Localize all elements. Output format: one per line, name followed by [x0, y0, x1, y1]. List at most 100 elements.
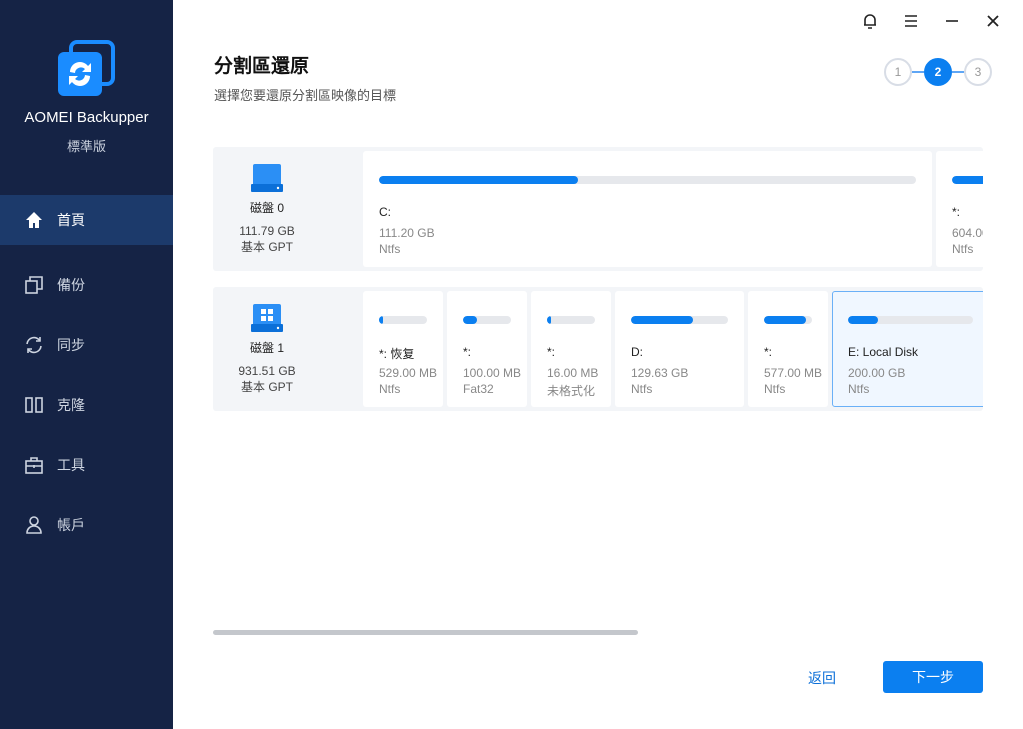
partition-filesystem: Ntfs — [631, 382, 653, 396]
sidebar-item-label: 克隆 — [57, 397, 85, 413]
partition-size: 129.63 GB — [631, 366, 689, 380]
partition-card[interactable]: C: 111.20 GB Ntfs — [363, 151, 932, 267]
usage-bar-fill — [848, 316, 878, 324]
disk-row: 磁盤 1 931.51 GB 基本 GPT *: 恢复 529.00 MB Nt… — [213, 287, 983, 411]
minimize-icon — [945, 20, 958, 22]
partition-size: 577.00 MB — [764, 366, 823, 380]
next-button[interactable]: 下一步 — [883, 661, 983, 693]
backup-icon — [25, 276, 43, 294]
menu-button[interactable] — [890, 12, 931, 30]
sidebar-item-label: 帳戶 — [57, 517, 85, 533]
sidebar-item-label: 工具 — [57, 457, 85, 473]
bell-icon — [863, 14, 876, 29]
app-name: AOMEI Backupper — [24, 109, 149, 126]
usage-bar-fill — [547, 316, 551, 324]
partition-size: 16.00 MB — [547, 366, 599, 380]
partition-card[interactable]: D: 129.63 GB Ntfs — [615, 291, 744, 407]
window-controls — [849, 12, 1013, 30]
partition-size: 529.00 MB — [379, 366, 438, 380]
partition-filesystem: Ntfs — [848, 382, 870, 396]
usage-bar — [631, 316, 728, 324]
partition-label: *: 恢复 — [379, 347, 415, 361]
partition-size: 604.00 MB — [952, 226, 983, 240]
close-button[interactable] — [972, 12, 1013, 30]
disk-type: 基本 GPT — [240, 380, 293, 394]
disk-size: 931.51 GB — [238, 364, 296, 378]
page-title: 分割區還原 — [214, 56, 310, 77]
usage-bar — [379, 176, 916, 184]
usage-bar-fill — [631, 316, 694, 324]
disk-info: 磁盤 0 111.79 GB 基本 GPT — [213, 147, 321, 271]
usage-bar — [952, 176, 983, 184]
partition-size: 111.20 GB — [379, 226, 435, 240]
minimize-button[interactable] — [931, 12, 972, 30]
disk-size: 111.79 GB — [239, 224, 295, 238]
partition-card[interactable]: *: 100.00 MB Fat32 — [447, 291, 527, 407]
partition-card[interactable]: *: 577.00 MB Ntfs — [748, 291, 828, 407]
usage-bar — [379, 316, 427, 324]
usage-bar — [764, 316, 812, 324]
step-connector — [952, 71, 964, 73]
sidebar-item-clone[interactable]: 克隆 — [0, 375, 173, 435]
usage-bar — [463, 316, 511, 324]
hard-disk-icon — [251, 304, 283, 332]
partition-label: *: — [463, 345, 472, 359]
step-indicator: 1 2 3 — [884, 58, 992, 86]
disk-info: 磁盤 1 931.51 GB 基本 GPT — [213, 287, 321, 411]
sidebar-item-label: 備份 — [57, 277, 85, 293]
sidebar-item-home[interactable]: 首頁 — [0, 195, 173, 245]
partition-size: 200.00 GB — [848, 366, 906, 380]
usage-bar — [848, 316, 973, 324]
sidebar-item-backup[interactable]: 備份 — [0, 255, 173, 315]
tools-icon — [25, 457, 43, 474]
horizontal-scrollbar[interactable] — [213, 630, 638, 635]
step-2: 2 — [924, 58, 952, 86]
step-3: 3 — [964, 58, 992, 86]
account-icon — [26, 516, 42, 534]
step-connector — [912, 71, 924, 73]
app-edition: 標準版 — [66, 139, 106, 154]
disk-row: 磁盤 0 111.79 GB 基本 GPT C: 111.20 GB Ntfs … — [213, 147, 983, 271]
partition-filesystem: Ntfs — [952, 242, 974, 256]
partition-size: 100.00 MB — [463, 366, 522, 380]
partition-filesystem: Fat32 — [463, 382, 494, 396]
sidebar-item-label: 同步 — [57, 337, 85, 353]
partition-card[interactable]: *: 16.00 MB 未格式化 — [531, 291, 611, 407]
partition-label: *: — [764, 345, 773, 359]
partition-filesystem: Ntfs — [764, 382, 786, 396]
sidebar-item-sync[interactable]: 同步 — [0, 315, 173, 375]
partition-filesystem: Ntfs — [379, 382, 401, 396]
usage-bar-fill — [764, 316, 807, 324]
disk-name: 磁盤 0 — [249, 201, 284, 215]
partition-card[interactable]: *: 恢复 529.00 MB Ntfs — [363, 291, 443, 407]
sync-icon — [26, 336, 42, 354]
page-subtitle: 選擇您要還原分割區映像的目標 — [214, 88, 397, 103]
usage-bar-fill — [463, 316, 478, 324]
sidebar-item-account[interactable]: 帳戶 — [0, 495, 173, 555]
sidebar-item-label: 首頁 — [57, 212, 85, 228]
usage-bar-fill — [379, 176, 578, 184]
disk-type: 基本 GPT — [240, 240, 293, 254]
partition-label: E: Local Disk — [848, 345, 919, 359]
disk-name: 磁盤 1 — [249, 341, 284, 355]
partition-label: *: — [952, 205, 961, 219]
menu-icon — [904, 15, 917, 27]
sidebar: AOMEI Backupper 標準版 首頁 備份 同步 克隆 工具 帳戶 — [0, 0, 173, 729]
home-icon — [26, 212, 42, 228]
step-1: 1 — [884, 58, 912, 86]
usage-bar-fill — [379, 316, 383, 324]
partition-filesystem: 未格式化 — [547, 384, 596, 398]
partition-label: *: — [547, 345, 556, 359]
partition-filesystem: Ntfs — [379, 242, 401, 256]
usage-bar-fill — [952, 176, 983, 184]
partition-card[interactable]: *: 604.00 MB Ntfs — [936, 151, 983, 267]
partition-label: C: — [379, 205, 391, 219]
hard-disk-icon — [251, 164, 283, 192]
sidebar-item-tools[interactable]: 工具 — [0, 435, 173, 495]
back-button[interactable]: 返回 — [808, 668, 836, 688]
main-panel: 分割區還原 選擇您要還原分割區映像的目標 1 2 3 磁盤 0 111.79 G… — [173, 0, 1023, 729]
partition-card[interactable]: E: Local Disk 200.00 GB Ntfs — [832, 291, 983, 407]
app-logo-icon — [58, 40, 115, 96]
sidebar-nav: 首頁 備份 同步 克隆 工具 帳戶 — [0, 195, 173, 555]
notification-button[interactable] — [849, 12, 890, 30]
